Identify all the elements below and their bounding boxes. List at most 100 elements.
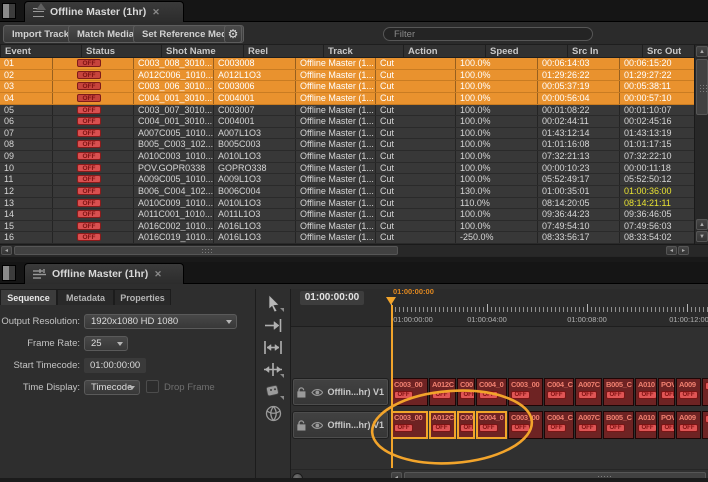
time-display-select[interactable]: Timecode xyxy=(84,380,140,395)
timeline-clip[interactable]: C003_00 OFF xyxy=(508,411,543,439)
horizontal-scroll-thumb[interactable] xyxy=(14,246,398,255)
table-row[interactable]: 13 OFF A010C009_1010... A010L1O3 Offline… xyxy=(0,198,694,210)
column-header[interactable]: Reel xyxy=(243,45,323,57)
timeline-clip[interactable]: OFF xyxy=(702,378,708,406)
timeline-clip[interactable]: C004_C OFF xyxy=(544,378,574,406)
tab-offline-master-bottom[interactable]: Offline Master (1hr) ✕ xyxy=(24,263,184,284)
timeline-clip[interactable]: POV OFF xyxy=(658,411,675,439)
dock-handle-icon[interactable] xyxy=(2,265,16,281)
timeline-clip[interactable]: C003_00 OFF xyxy=(391,378,428,406)
gear-icon[interactable]: ⚙ xyxy=(224,25,242,43)
column-header[interactable]: Src In xyxy=(567,45,642,57)
timeline-clip[interactable]: A012C OFF xyxy=(429,411,456,439)
scroll-right-icon[interactable]: ▸ xyxy=(678,246,689,255)
edit-insert-tool-icon[interactable] xyxy=(261,314,285,336)
timeline-clip[interactable]: C00 OFF xyxy=(457,411,475,439)
scroll-down-icon[interactable]: ▼ xyxy=(696,231,708,242)
sort-ascending-icon[interactable] xyxy=(36,3,46,10)
column-header[interactable]: Action xyxy=(403,45,485,57)
table-row[interactable]: 08 OFF B005_C003_102... B005C003 Offline… xyxy=(0,139,694,151)
cell-src-out: 01:01:17:15 xyxy=(619,139,694,150)
property-tab[interactable]: Metadata xyxy=(57,289,114,305)
property-tab[interactable]: Sequence xyxy=(0,289,57,305)
slip-tool-icon[interactable] xyxy=(261,358,285,380)
cell-speed: 100.0% xyxy=(455,81,537,92)
timeline-clip[interactable]: C004_C OFF xyxy=(544,411,574,439)
lock-open-icon[interactable] xyxy=(297,420,307,431)
cell-src-in: 08:14:20:05 xyxy=(537,198,619,209)
table-row[interactable]: 10 OFF POV.GOPR0338 GOPRO338 Offline Mas… xyxy=(0,163,694,175)
playhead-line[interactable] xyxy=(391,305,393,468)
timeline-clip[interactable]: OFF xyxy=(702,411,708,439)
column-header[interactable]: Status xyxy=(81,45,161,57)
razor-tool-icon[interactable] xyxy=(261,380,285,402)
timeline-clip[interactable]: A010 OFF xyxy=(635,378,657,406)
cell-src-out: 00:00:11:18 xyxy=(619,163,694,174)
table-row[interactable]: 12 OFF B006_C004_102... B006C004 Offline… xyxy=(0,186,694,198)
timeline-clip[interactable]: A009 OFF xyxy=(676,411,701,439)
table-row[interactable]: 03 OFF C003_006_3010... C003006 Offline … xyxy=(0,81,694,93)
scroll-left-icon[interactable]: ◂ xyxy=(1,246,12,255)
table-row[interactable]: 06 OFF C004_001_3010... C004001 Offline … xyxy=(0,116,694,128)
close-icon[interactable]: ✕ xyxy=(152,7,160,18)
match-media-button[interactable]: Match Media xyxy=(68,25,143,43)
timeline-clip[interactable]: C004_0 OFF xyxy=(476,411,507,439)
table-row[interactable]: 07 OFF A007C005_1010... A007L1O3 Offline… xyxy=(0,128,694,140)
eye-icon[interactable] xyxy=(311,388,324,397)
table-row[interactable]: 16 OFF A016C019_1010... A016L1O3 Offline… xyxy=(0,232,694,244)
timeline-clip[interactable]: A010 OFF xyxy=(635,411,657,439)
frame-rate-select[interactable]: 25 xyxy=(84,336,128,351)
column-header[interactable]: Speed xyxy=(485,45,567,57)
table-vertical-scrollbar[interactable]: ▲ ▲ ▼ xyxy=(694,45,708,244)
track-2-header[interactable]: Offlin...hr) V1 xyxy=(292,411,389,439)
lock-open-icon[interactable] xyxy=(297,387,307,398)
table-row[interactable]: 04 OFF C004_001_3010... C004001 Offline … xyxy=(0,93,694,105)
tab-offline-master-top[interactable]: Offline Master (1hr) ✕ xyxy=(24,1,184,22)
timeline-clip[interactable]: B005_C OFF xyxy=(603,411,634,439)
column-header[interactable]: Track xyxy=(323,45,403,57)
timeline-clip[interactable]: C00 OFF xyxy=(457,378,475,406)
timeline-ruler[interactable]: 01:00:00:00 01:00:00:00 01:00:00:0001:00… xyxy=(291,289,708,327)
scroll-up2-icon[interactable]: ▲ xyxy=(696,219,708,230)
vertical-scroll-thumb[interactable] xyxy=(696,59,708,115)
column-header[interactable]: Event xyxy=(0,45,81,57)
cell-reel: C004001 xyxy=(213,116,295,127)
filter-input[interactable] xyxy=(383,27,593,41)
timeline-clip[interactable]: C003_00 OFF xyxy=(391,411,428,439)
table-row[interactable]: 09 OFF A010C003_1010... A010L1O3 Offline… xyxy=(0,151,694,163)
select-tool-icon[interactable] xyxy=(261,292,285,314)
cell-speed: 100.0% xyxy=(455,139,537,150)
playhead-marker[interactable] xyxy=(386,297,396,305)
column-header[interactable]: Shot Name xyxy=(161,45,243,57)
timeline-clip[interactable]: A007C OFF xyxy=(575,378,602,406)
table-row[interactable]: 14 OFF A011C001_1010... A011L1O3 Offline… xyxy=(0,209,694,221)
scroll-up-icon[interactable]: ▲ xyxy=(696,46,708,57)
timeline-clip[interactable]: A009 OFF xyxy=(676,378,701,406)
cell-track: Offline Master (1... xyxy=(295,209,375,220)
timeline-clip[interactable]: A012C OFF xyxy=(429,378,456,406)
timeline-clip[interactable]: C003_00 OFF xyxy=(508,378,543,406)
column-header[interactable]: Src Out xyxy=(642,45,681,57)
table-row[interactable]: 05 OFF C003_007_3010... C003007 Offline … xyxy=(0,105,694,117)
timeline-clip[interactable]: A007C OFF xyxy=(575,411,602,439)
dock-handle-icon[interactable] xyxy=(2,3,16,19)
table-row[interactable]: 02 OFF A012C006_1010... A012L1O3 Offline… xyxy=(0,70,694,82)
table-row[interactable]: 11 OFF A009C005_1010... A009L1O3 Offline… xyxy=(0,174,694,186)
drop-frame-checkbox[interactable] xyxy=(146,380,159,393)
start-timecode-field[interactable]: 01:00:00:00 xyxy=(84,358,146,373)
eye-icon[interactable] xyxy=(311,421,324,430)
timeline-clip[interactable]: C004_0 OFF xyxy=(476,378,507,406)
scroll-left2-icon[interactable]: ◂ xyxy=(666,246,677,255)
import-track-button[interactable]: Import Track xyxy=(3,25,78,43)
close-icon[interactable]: ✕ xyxy=(154,269,162,280)
timeline-clip[interactable]: B005_C OFF xyxy=(603,378,634,406)
track-1-header[interactable]: Offlin...hr) V1 xyxy=(292,378,389,406)
property-tab[interactable]: Properties xyxy=(114,289,171,305)
globe-tool-icon[interactable] xyxy=(261,402,285,424)
trim-tool-icon[interactable] xyxy=(261,336,285,358)
table-row[interactable]: 01 OFF C003_008_3010... C003008 Offline … xyxy=(0,58,694,70)
timeline-clip[interactable]: POV OFF xyxy=(658,378,675,406)
table-horizontal-scrollbar[interactable]: ◂ ◂ ▸ xyxy=(0,244,708,256)
table-row[interactable]: 15 OFF A016C002_1010... A016L1O3 Offline… xyxy=(0,221,694,233)
output-resolution-select[interactable]: 1920x1080 HD 1080 xyxy=(84,314,237,329)
